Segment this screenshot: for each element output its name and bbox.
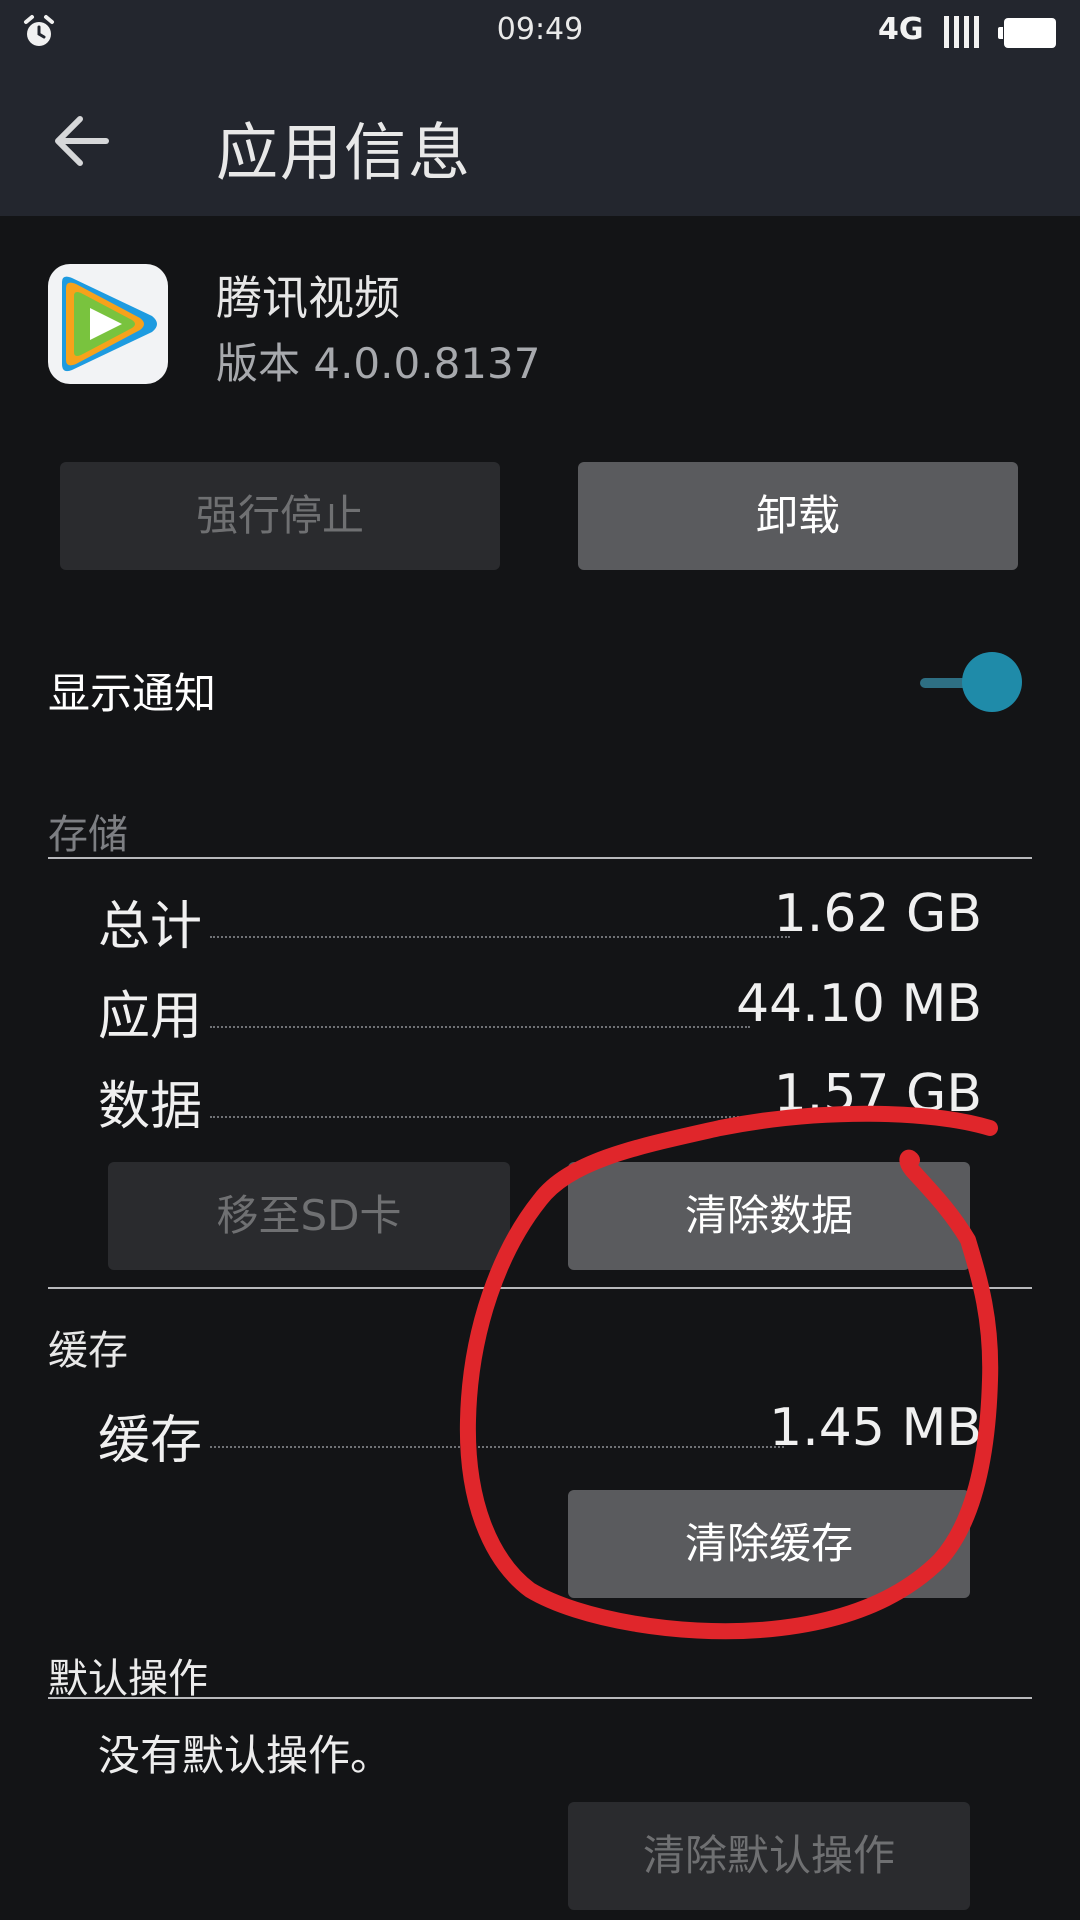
show-notifications-label: 显示通知 — [48, 669, 217, 718]
uninstall-button[interactable]: 卸载 — [578, 462, 1018, 570]
notifications-toggle[interactable] — [962, 652, 1022, 712]
defaults-divider — [48, 1697, 1032, 1699]
no-defaults-text: 没有默认操作。 — [98, 1731, 393, 1780]
defaults-section-label: 默认操作 — [48, 1656, 208, 1702]
dotted-leader — [210, 1116, 790, 1118]
storage-app-label: 应用 — [98, 987, 203, 1047]
cache-label: 缓存 — [98, 1411, 203, 1471]
tencent-video-play-icon — [62, 276, 157, 372]
dotted-leader — [210, 1446, 784, 1448]
force-stop-button[interactable]: 强行停止 — [60, 462, 500, 570]
storage-total-label: 总计 — [98, 897, 203, 957]
dotted-leader — [210, 936, 790, 938]
status-bar: 09:49 4G — [0, 0, 1080, 66]
storage-data-label: 数据 — [98, 1077, 203, 1137]
storage-section-label: 存储 — [48, 812, 128, 858]
cache-divider — [48, 1287, 1032, 1289]
battery-icon — [998, 18, 1056, 48]
storage-app-value: 44.10 MB — [736, 974, 982, 1034]
network-type: 4G — [878, 12, 924, 47]
page-title: 应用信息 — [216, 116, 473, 189]
cache-value: 1.45 MB — [769, 1398, 982, 1458]
storage-divider — [48, 857, 1032, 859]
clear-defaults-button[interactable]: 清除默认操作 — [568, 1802, 970, 1910]
app-icon — [48, 264, 168, 384]
move-to-sd-button[interactable]: 移至SD卡 — [108, 1162, 510, 1270]
signal-strength-icon — [944, 16, 984, 48]
cache-section-label: 缓存 — [48, 1328, 128, 1374]
arrow-left-icon[interactable] — [52, 110, 112, 170]
clear-data-button[interactable]: 清除数据 — [568, 1162, 970, 1270]
app-info-screen: 09:49 4G 应用信息 腾讯视频 版本 4.0.0.8137 强行停止 卸载… — [0, 0, 1080, 1920]
clear-cache-button[interactable]: 清除缓存 — [568, 1490, 970, 1598]
dotted-leader — [210, 1026, 750, 1028]
storage-total-value: 1.62 GB — [773, 884, 982, 944]
app-version: 版本 4.0.0.8137 — [216, 339, 541, 388]
storage-data-value: 1.57 GB — [773, 1064, 982, 1124]
app-name: 腾讯视频 — [216, 271, 400, 325]
app-bar — [0, 66, 1080, 216]
